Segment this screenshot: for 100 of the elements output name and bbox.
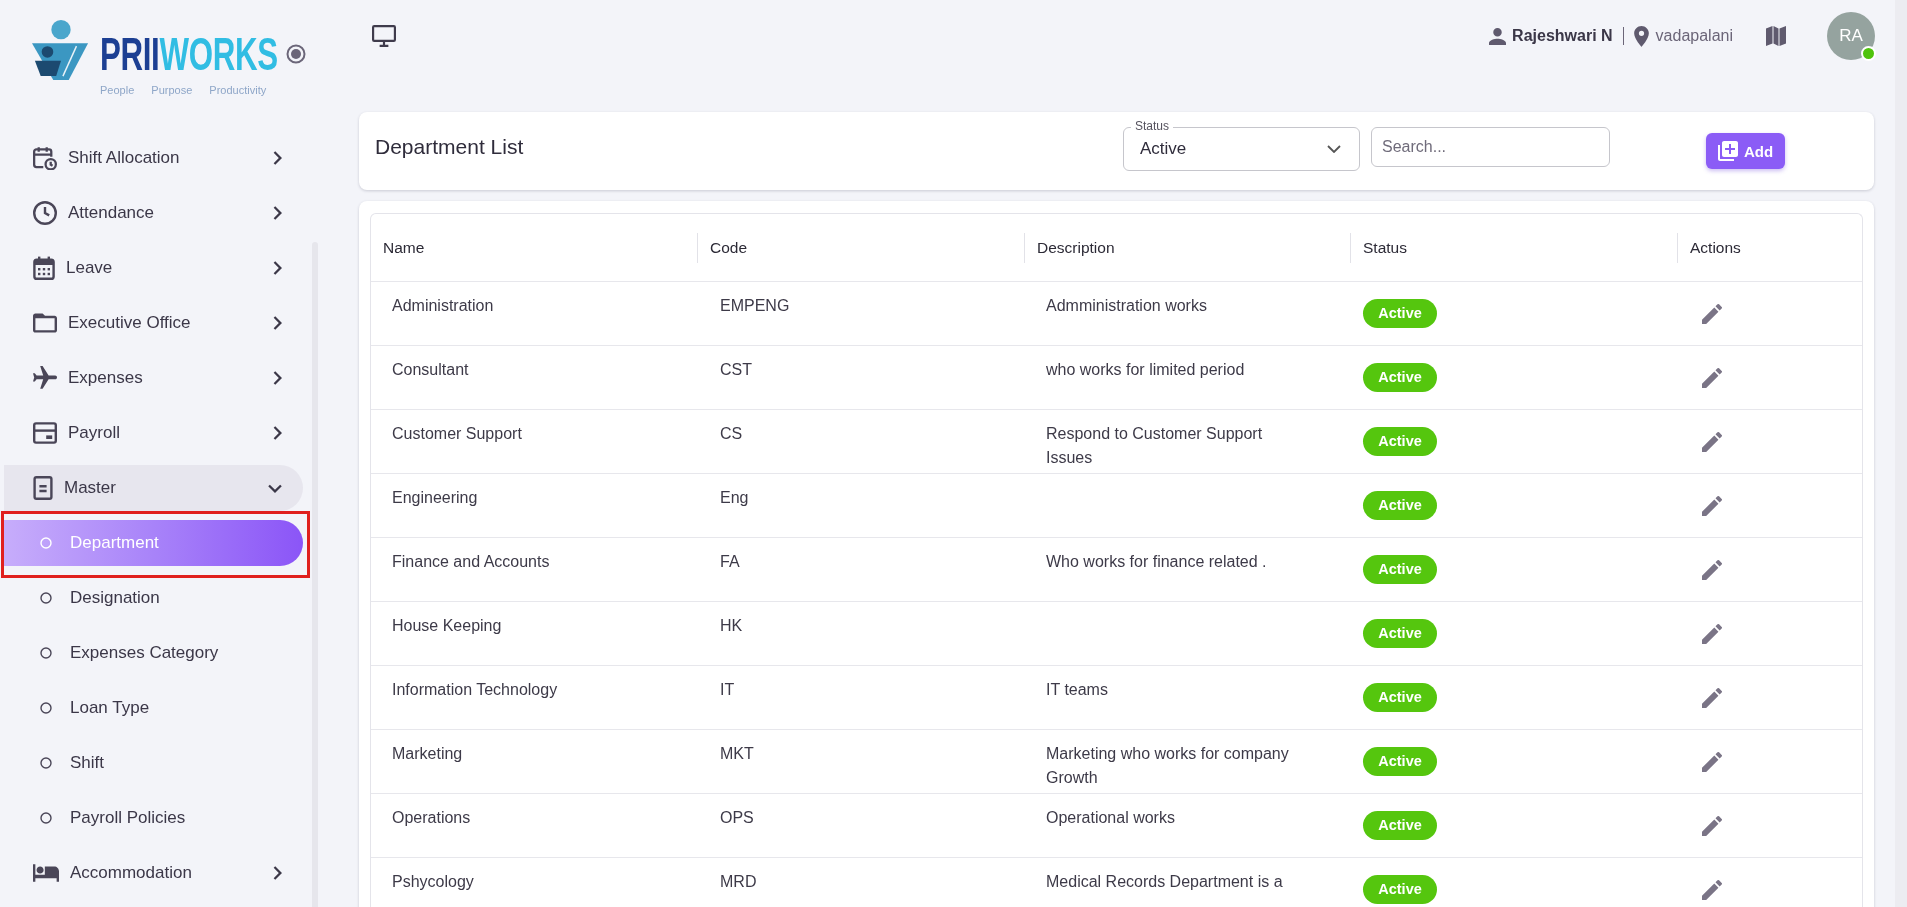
ring-icon <box>40 537 52 549</box>
avatar-initials: RA <box>1839 26 1863 46</box>
pencil-icon[interactable] <box>1702 751 1722 772</box>
status-badge: Active <box>1363 619 1437 648</box>
table-cell: Finance and Accounts <box>392 553 550 570</box>
card-icon <box>33 422 57 444</box>
table-cell: Consultant <box>392 361 469 378</box>
pencil-icon[interactable] <box>1702 367 1722 388</box>
column-header: Description <box>1037 238 1115 257</box>
table-cell: MRD <box>720 873 757 890</box>
status-badge: Active <box>1363 427 1437 456</box>
table-cell: EMPENG <box>720 297 790 314</box>
column-header: Status <box>1363 238 1407 257</box>
table-cell: HK <box>720 617 743 634</box>
table-cell: OPS <box>720 809 754 826</box>
calendar-clock-icon <box>33 146 57 170</box>
clock-icon <box>33 201 57 225</box>
document-icon <box>33 476 53 500</box>
table-cell: CST <box>720 361 752 378</box>
pencil-icon[interactable] <box>1702 879 1722 900</box>
table-cell: IT <box>720 681 735 698</box>
folder-icon <box>33 313 57 333</box>
sidebar-subitem[interactable]: Payroll Policies <box>4 795 303 841</box>
stacked-plus-icon <box>1717 141 1738 161</box>
chevron-down-icon <box>268 483 282 493</box>
table-cell-text: Marketing who works for company Growth <box>1046 744 1290 788</box>
chevron-right-icon <box>273 426 282 440</box>
chevron-right-icon <box>273 866 282 880</box>
sidebar-subitem[interactable]: Designation <box>4 575 303 621</box>
page-title: Department List <box>375 134 524 160</box>
location-name: vadapalani <box>1655 27 1733 45</box>
pencil-icon[interactable] <box>1702 431 1722 452</box>
table-cell-text: Admministration works <box>1046 296 1208 316</box>
status-badge: Active <box>1363 683 1437 712</box>
table-cell: Information Technology <box>392 681 558 698</box>
status-badge: Active <box>1363 491 1437 520</box>
table-cell-text: IT teams <box>1046 680 1109 700</box>
status-badge: Active <box>1363 811 1437 840</box>
field-label: Status <box>1131 120 1174 133</box>
chevron-right-icon <box>273 206 282 220</box>
sidebar-item[interactable]: Master <box>4 465 303 511</box>
ring-icon <box>40 812 52 824</box>
table-cell: Marketing <box>392 745 463 762</box>
sidebar-item[interactable]: Shift Allocation <box>4 135 303 181</box>
table-cell: Engineering <box>392 489 478 506</box>
bed-icon <box>33 864 59 882</box>
chevron-right-icon <box>273 261 282 275</box>
calendar-icon <box>33 256 55 280</box>
status-badge: Active <box>1363 875 1437 904</box>
pencil-icon[interactable] <box>1702 815 1722 836</box>
pencil-icon[interactable] <box>1702 495 1722 516</box>
ring-dot-icon[interactable] <box>286 44 306 64</box>
ring-icon <box>40 647 52 659</box>
map-icon[interactable] <box>1764 24 1788 48</box>
ring-icon <box>40 702 52 714</box>
monitor-icon[interactable] <box>372 25 396 47</box>
table-cell-text: Who works for finance related . <box>1046 552 1268 572</box>
sidebar-item[interactable]: Attendance <box>4 190 303 236</box>
column-header: Name <box>383 238 425 257</box>
table-cell-text: who works for limited period <box>1046 360 1246 380</box>
sidebar-item[interactable]: Accommodation <box>4 850 303 896</box>
sidebar-subitem[interactable]: Loan Type <box>4 685 303 731</box>
add-button[interactable]: Add <box>1706 133 1785 169</box>
person-icon <box>1489 27 1507 45</box>
sidebar-item[interactable]: Leave <box>4 245 303 291</box>
chevron-right-icon <box>273 151 282 165</box>
status-badge: Active <box>1363 747 1437 776</box>
pencil-icon[interactable] <box>1702 623 1722 644</box>
table-cell: MKT <box>720 745 754 762</box>
table-cell: Pshycology <box>392 873 474 890</box>
chevron-right-icon <box>273 316 282 330</box>
table-cell: FA <box>720 553 740 570</box>
user-name: Rajeshwari N <box>1512 27 1613 45</box>
table-cell: Customer Support <box>392 425 522 442</box>
sidebar-item[interactable]: Expenses <box>4 355 303 401</box>
status-badge: Active <box>1363 299 1437 328</box>
table-cell: House Keeping <box>392 617 502 634</box>
chevron-right-icon <box>273 371 282 385</box>
brand-name: PRIIWORKS <box>100 32 278 76</box>
sidebar-item[interactable]: Payroll <box>4 410 303 456</box>
person-emblem-icon <box>32 20 90 80</box>
search-field[interactable]: Search... <box>1371 127 1610 167</box>
pencil-icon[interactable] <box>1702 559 1722 580</box>
table-cell-text: Respond to Customer Support Issues <box>1046 424 1264 468</box>
column-header: Actions <box>1690 238 1741 257</box>
column-header: Code <box>710 238 748 257</box>
table-cell-text: Operational works <box>1046 808 1176 828</box>
sidebar-subitem[interactable]: Expenses Category <box>4 630 303 676</box>
pencil-icon[interactable] <box>1702 303 1722 324</box>
tagline: People Purpose Productivity <box>100 84 268 96</box>
sidebar-subitem[interactable]: Shift <box>4 740 303 786</box>
airplane-icon <box>33 366 57 390</box>
sidebar-item[interactable]: Executive Office <box>4 300 303 346</box>
chevron-down-icon <box>1327 145 1341 153</box>
table-cell: Operations <box>392 809 471 826</box>
ring-icon <box>40 592 52 604</box>
table-cell: Eng <box>720 489 749 506</box>
pin-icon <box>1633 25 1649 47</box>
ring-icon <box>40 757 52 769</box>
pencil-icon[interactable] <box>1702 687 1722 708</box>
